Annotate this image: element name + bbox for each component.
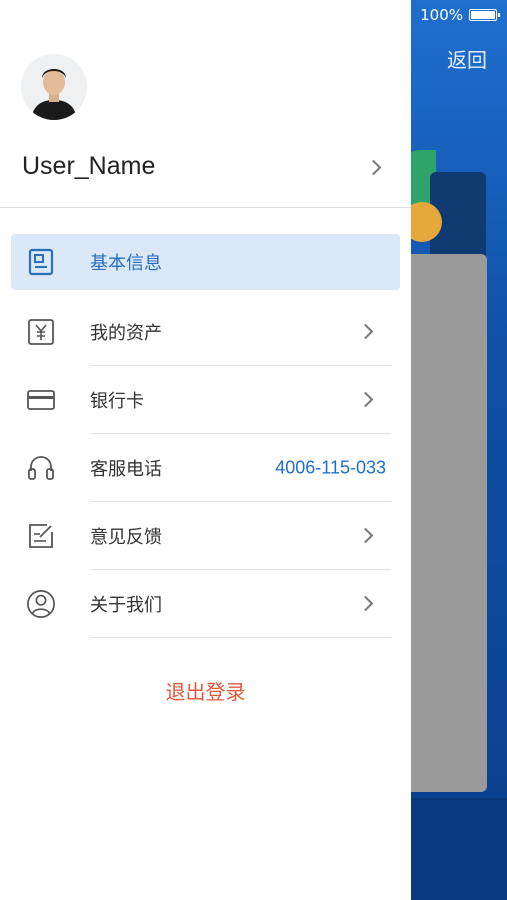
battery-icon <box>469 9 500 21</box>
avatar-image <box>21 54 87 120</box>
id-card-icon <box>26 247 56 277</box>
back-button[interactable]: 返回 <box>447 44 487 73</box>
menu-item-label: 客服电话 <box>90 459 162 480</box>
headset-icon <box>26 453 56 483</box>
menu-item-label: 基本信息 <box>90 253 162 274</box>
menu-item-label: 我的资产 <box>90 323 162 344</box>
profile-row[interactable]: User_Name <box>0 136 411 198</box>
menu-item-feedback[interactable]: 意见反馈 <box>0 502 411 570</box>
chevron-right-icon <box>357 527 374 544</box>
divider <box>0 207 411 208</box>
avatar[interactable] <box>21 54 87 120</box>
username: User_Name <box>22 152 156 180</box>
service-phone-number[interactable]: 4006-115-033 <box>275 458 386 479</box>
status-bar: 100% <box>420 6 500 24</box>
menu-item-basic-info[interactable]: 基本信息 <box>11 234 400 290</box>
divider <box>90 637 391 638</box>
menu-item-label: 意见反馈 <box>90 527 162 548</box>
chevron-right-icon <box>357 391 374 408</box>
menu-item-label: 关于我们 <box>90 595 162 616</box>
menu-item-my-assets[interactable]: 我的资产 <box>0 298 411 366</box>
yen-icon <box>26 317 56 347</box>
chevron-right-icon <box>357 595 374 612</box>
side-drawer: User_Name 基本信息 我的资产 银行卡 客服电话 4006-115-03… <box>0 0 411 900</box>
credit-card-icon <box>26 385 56 415</box>
menu-item-label: 银行卡 <box>90 391 144 412</box>
background-decoration <box>410 798 507 900</box>
edit-note-icon <box>26 521 56 551</box>
user-circle-icon <box>26 589 56 619</box>
chevron-right-icon <box>365 159 382 176</box>
menu-item-customer-service[interactable]: 客服电话 4006-115-033 <box>0 434 411 502</box>
chevron-right-icon <box>357 323 374 340</box>
menu-item-bank-card[interactable]: 银行卡 <box>0 366 411 434</box>
menu-item-about-us[interactable]: 关于我们 <box>0 570 411 638</box>
battery-text: 100% <box>420 6 463 24</box>
logout-button[interactable]: 退出登录 <box>0 676 411 705</box>
drawer-menu: 基本信息 我的资产 银行卡 客服电话 4006-115-033 意见反馈 关于我… <box>0 234 411 638</box>
